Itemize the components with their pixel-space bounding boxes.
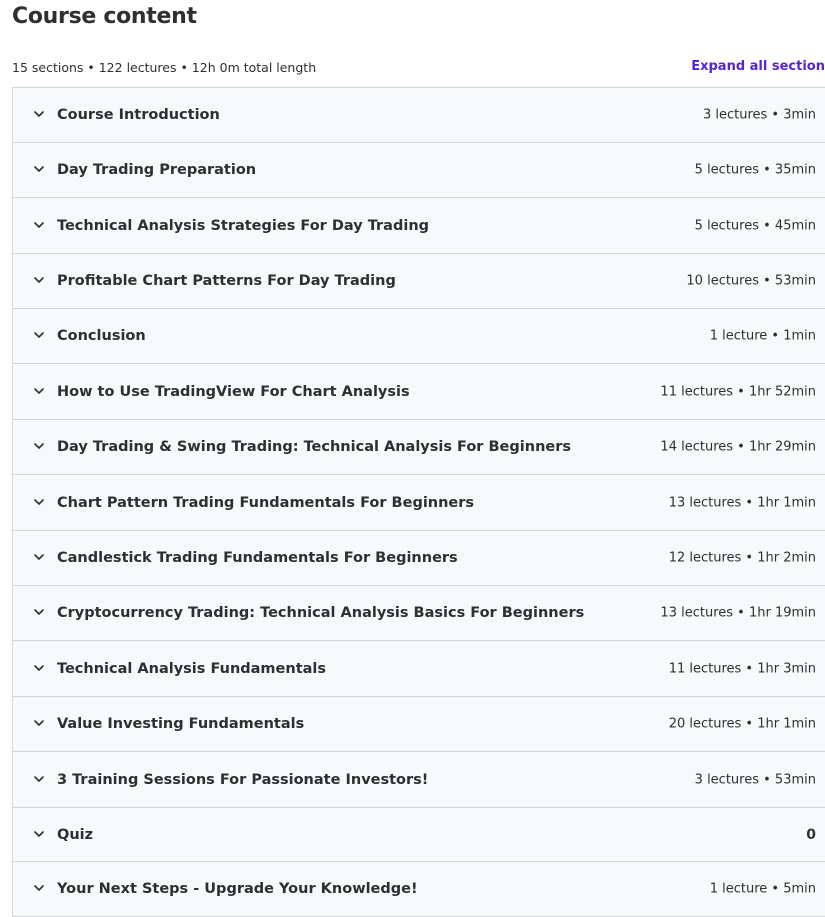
section-header[interactable]: Technical Analysis Fundamentals 11 lectur… xyxy=(13,641,825,697)
section-header[interactable]: Candlestick Trading Fundamentals For Beg… xyxy=(13,531,825,586)
section-title: Chart Pattern Trading Fundamentals For B… xyxy=(57,494,475,511)
section-header[interactable]: Profitable Chart Patterns For Day Tradin… xyxy=(13,254,825,309)
section-lecture-count: 11 lectures • 1hr 52min xyxy=(660,384,816,399)
section-header[interactable]: Conclusion 1 lecture • 1min xyxy=(13,309,825,364)
section-title: Value Investing Fundamentals xyxy=(57,716,305,732)
section-lecture-count: 1 lecture • 1min xyxy=(709,328,816,344)
section-header[interactable]: How to Use TradingView For Chart Analysi… xyxy=(13,364,825,420)
section-header[interactable]: Quiz 0 xyxy=(13,808,825,862)
section-header[interactable]: Technical Analysis Strategies For Day Tr… xyxy=(13,198,825,254)
section-title: Profitable Chart Patterns For Day Tradin… xyxy=(57,273,396,289)
section-lecture-count: 14 lectures • 1hr 29min xyxy=(660,439,816,455)
section-title: Your Next Steps - Upgrade Your Knowledge… xyxy=(57,881,418,897)
chevron-down-icon xyxy=(33,274,45,286)
section-title: Technical Analysis Fundamentals xyxy=(57,660,327,677)
chevron-down-icon xyxy=(33,108,45,120)
section-header[interactable]: Value Investing Fundamentals 20 lectures … xyxy=(13,697,825,752)
chevron-down-icon xyxy=(33,163,45,175)
section-title: Cryptocurrency Trading: Technical Analys… xyxy=(57,605,585,621)
section-lecture-count: 11 lectures • 1hr 3min xyxy=(668,661,816,676)
chevron-down-icon xyxy=(33,551,45,563)
chevron-down-icon xyxy=(33,440,45,452)
section-lecture-count: 1 lecture • 5min xyxy=(709,881,816,897)
chevron-down-icon xyxy=(33,882,45,894)
page-title: Course content xyxy=(12,4,197,29)
chevron-down-icon xyxy=(33,662,45,674)
section-list: Course Introduction 3 lectures • 3min Day … xyxy=(12,87,825,917)
section-title: How to Use TradingView For Chart Analysi… xyxy=(57,383,410,400)
section-title: Quiz xyxy=(57,826,94,843)
chevron-down-icon xyxy=(33,219,45,231)
section-title: Candlestick Trading Fundamentals For Beg… xyxy=(57,550,458,566)
section-header[interactable]: 3 Training Sessions For Passionate Inves… xyxy=(13,752,825,808)
course-summary-row: 15 sections • 122 lectures • 12h 0m tota… xyxy=(12,59,825,77)
section-lecture-count: 13 lectures • 1hr 19min xyxy=(660,605,816,621)
section-lecture-count: 5 lectures • 45min xyxy=(694,218,816,233)
chevron-down-icon xyxy=(33,717,45,729)
chevron-down-icon xyxy=(33,385,45,397)
section-header[interactable]: Day Trading & Swing Trading: Technical A… xyxy=(13,420,825,475)
section-header[interactable]: Your Next Steps - Upgrade Your Knowledge… xyxy=(13,862,825,917)
section-lecture-count: 12 lectures • 1hr 2min xyxy=(668,550,816,566)
section-lecture-count: 0 xyxy=(806,826,816,843)
expand-all-sections-button[interactable]: Expand all section xyxy=(691,59,825,74)
section-title: 3 Training Sessions For Passionate Inves… xyxy=(57,771,429,788)
section-lecture-count: 5 lectures • 35min xyxy=(694,162,816,178)
section-header[interactable]: Course Introduction 3 lectures • 3min xyxy=(13,88,825,143)
section-lecture-count: 3 lectures • 3min xyxy=(702,107,816,123)
section-title: Course Introduction xyxy=(57,107,220,123)
course-summary: 15 sections • 122 lectures • 12h 0m tota… xyxy=(12,60,317,75)
section-title: Day Trading Preparation xyxy=(57,162,257,178)
section-header[interactable]: Day Trading Preparation 5 lectures • 35mi… xyxy=(13,143,825,198)
chevron-down-icon xyxy=(33,329,45,341)
chevron-down-icon xyxy=(33,828,45,840)
section-title: Conclusion xyxy=(57,328,146,344)
chevron-down-icon xyxy=(33,496,45,508)
section-lecture-count: 10 lectures • 53min xyxy=(686,273,816,289)
section-lecture-count: 20 lectures • 1hr 1min xyxy=(668,716,816,732)
section-title: Technical Analysis Strategies For Day Tr… xyxy=(57,217,430,234)
section-header[interactable]: Chart Pattern Trading Fundamentals For B… xyxy=(13,475,825,531)
section-header[interactable]: Cryptocurrency Trading: Technical Analys… xyxy=(13,586,825,641)
chevron-down-icon xyxy=(33,606,45,618)
section-lecture-count: 13 lectures • 1hr 1min xyxy=(668,495,816,510)
section-lecture-count: 3 lectures • 53min xyxy=(694,772,816,787)
section-title: Day Trading & Swing Trading: Technical A… xyxy=(57,439,572,455)
chevron-down-icon xyxy=(33,773,45,785)
